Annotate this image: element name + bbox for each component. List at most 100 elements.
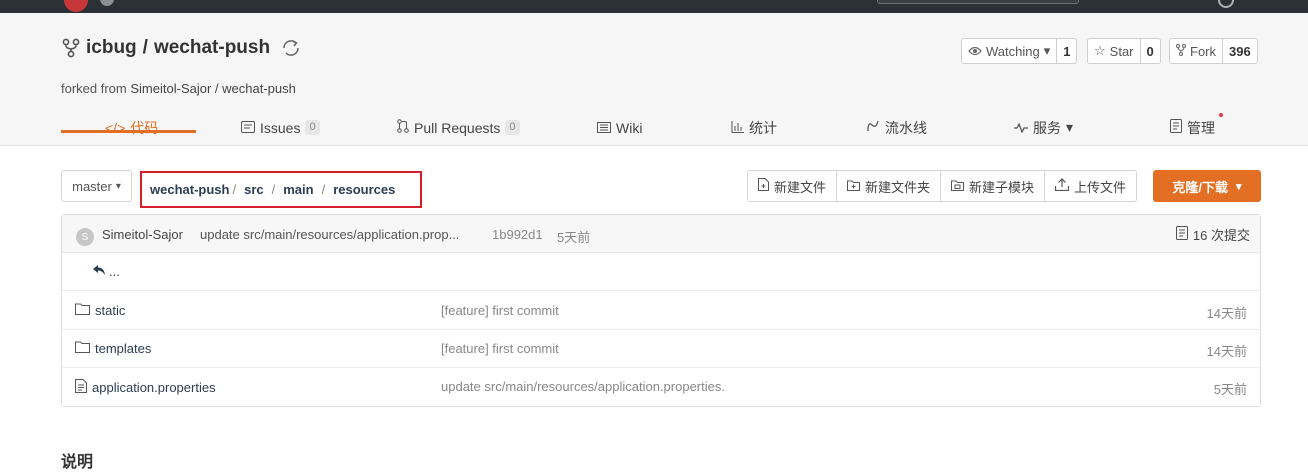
file-commit-time: 14天前 [1206, 306, 1247, 321]
file-commit-message[interactable]: [feature] first commit [441, 303, 559, 318]
file-name-label: application.properties [92, 380, 216, 395]
breadcrumb-separator: / [321, 182, 326, 197]
commit-message[interactable]: update src/main/resources/application.pr… [200, 227, 459, 242]
history-icon [1175, 226, 1188, 243]
file-name[interactable]: application.properties [75, 379, 216, 396]
clone-download-button[interactable]: 克隆/下载 ▾ [1153, 170, 1261, 202]
new-folder-button[interactable]: 新建文件夹 [836, 171, 940, 201]
forked-prefix: forked from [61, 81, 127, 96]
tab-stats-label: 统计 [749, 119, 777, 136]
parent-dir-link[interactable]: ... [92, 264, 120, 279]
logo[interactable] [64, 0, 88, 12]
repo-header: icbug / wechat-push forked from Simeitol… [0, 13, 1308, 146]
table-row[interactable]: application.properties update src/main/r… [62, 368, 1260, 406]
tab-issues[interactable]: Issues 0 [241, 109, 320, 146]
issues-count-badge: 0 [305, 120, 320, 135]
table-row[interactable]: templates [feature] first commit 14天前 [62, 330, 1260, 368]
star-label: Star [1109, 43, 1134, 59]
file-commit-message[interactable]: [feature] first commit [441, 341, 559, 356]
new-submodule-button[interactable]: 新建子模块 [940, 171, 1044, 201]
breadcrumb-repo[interactable]: wechat-push [150, 182, 229, 197]
file-actions: 新建文件 新建文件夹 新建子模块 上传文件 [747, 170, 1138, 202]
file-commit-message[interactable]: update src/main/resources/application.pr… [441, 379, 725, 394]
file-commit-time: 14天前 [1206, 344, 1247, 359]
issues-icon [241, 120, 255, 136]
back-arrow-icon [92, 264, 106, 279]
fork-label: Fork [1190, 43, 1216, 59]
wiki-icon [597, 120, 611, 136]
star-button-group[interactable]: ☆ Star 0 [1087, 38, 1161, 64]
upload-icon [1054, 178, 1070, 194]
logo-mark [100, 0, 114, 6]
tab-pipeline[interactable]: 流水线 [866, 109, 927, 146]
fork-button[interactable]: Fork [1170, 39, 1222, 63]
tab-code[interactable]: </> 代码 [105, 109, 158, 146]
service-icon [1014, 120, 1028, 136]
repo-owner-link[interactable]: icbug [86, 37, 137, 59]
notification-dot [1219, 113, 1223, 117]
pull-request-icon [397, 119, 409, 136]
folder-icon [75, 341, 90, 356]
watch-count[interactable]: 1 [1056, 39, 1076, 63]
breadcrumb-main[interactable]: main [283, 182, 313, 197]
tab-service-label: 服务 [1033, 119, 1061, 136]
upload-label: 上传文件 [1074, 179, 1127, 195]
breadcrumb-src[interactable]: src [244, 182, 264, 197]
star-button[interactable]: ☆ Star [1088, 39, 1140, 63]
caret-down-icon: ▾ [1043, 43, 1051, 58]
file-name-label: templates [95, 341, 152, 356]
new-file-button[interactable]: 新建文件 [748, 171, 836, 201]
manage-icon [1170, 119, 1182, 136]
caret-down-icon: ▾ [1066, 119, 1074, 135]
parent-dir-label: ... [109, 264, 120, 279]
pipeline-icon [866, 119, 880, 136]
sync-icon[interactable] [280, 37, 302, 59]
table-row[interactable]: static [feature] first commit 14天前 [62, 292, 1260, 330]
tab-code-label: 代码 [130, 119, 159, 136]
watch-button-group[interactable]: Watching ▾ 1 [961, 38, 1078, 64]
repo-tabs: </> 代码 Issues 0 Pull Requests 0 Wiki 统计 … [0, 109, 1308, 146]
commit-count-link[interactable]: 16 次提交 [1175, 225, 1250, 244]
commit-author[interactable]: Simeitol-Sajor [102, 227, 183, 242]
tab-manage[interactable]: 管理 [1170, 109, 1215, 146]
clone-label: 克隆/下载 [1172, 179, 1229, 195]
forked-source-link[interactable]: Simeitol-Sajor / wechat-push [130, 81, 295, 96]
breadcrumb-separator: / [232, 182, 237, 197]
tab-stats[interactable]: 统计 [731, 109, 777, 146]
user-avatar[interactable] [1218, 0, 1234, 8]
tab-service[interactable]: 服务 ▾ [1014, 109, 1073, 146]
star-count[interactable]: 0 [1139, 39, 1160, 63]
breadcrumb-resources[interactable]: resources [333, 182, 395, 197]
file-name[interactable]: templates [75, 341, 151, 356]
commit-sha[interactable]: 1b992d1 [492, 227, 543, 242]
pr-count-badge: 0 [505, 120, 520, 135]
new-submodule-label: 新建子模块 [969, 179, 1035, 195]
caret-down-icon: ▾ [1236, 180, 1242, 193]
tab-pull-requests[interactable]: Pull Requests 0 [397, 109, 520, 146]
file-list: S Simeitol-Sajor update src/main/resourc… [61, 214, 1261, 407]
commit-time: 5天前 [557, 230, 591, 245]
fork-button-group[interactable]: Fork 396 [1169, 38, 1258, 64]
breadcrumb: wechat-push / src / main / resources [140, 171, 422, 208]
repo-name-link[interactable]: wechat-push [154, 37, 270, 59]
new-file-label: 新建文件 [774, 179, 827, 195]
branch-selector[interactable]: master ▾ [61, 170, 132, 202]
upload-file-button[interactable]: 上传文件 [1044, 171, 1136, 201]
tab-issues-label: Issues [260, 119, 301, 136]
tab-wiki-label: Wiki [616, 119, 643, 136]
active-tab-indicator [61, 130, 196, 133]
readme-title: 说明 [61, 454, 94, 471]
watch-button[interactable]: Watching ▾ [962, 39, 1056, 63]
new-folder-label: 新建文件夹 [865, 179, 931, 195]
top-navbar [0, 0, 1308, 13]
tab-manage-label: 管理 [1187, 119, 1215, 136]
submodule-icon [951, 179, 965, 194]
fork-small-icon [1176, 43, 1186, 59]
parent-dir-row[interactable]: ... [62, 253, 1260, 291]
tab-wiki[interactable]: Wiki [597, 109, 642, 146]
search-input[interactable] [877, 0, 1079, 4]
new-folder-icon [847, 179, 861, 194]
fork-count[interactable]: 396 [1222, 39, 1257, 63]
avatar[interactable]: S [76, 228, 94, 246]
file-name[interactable]: static [75, 303, 125, 318]
